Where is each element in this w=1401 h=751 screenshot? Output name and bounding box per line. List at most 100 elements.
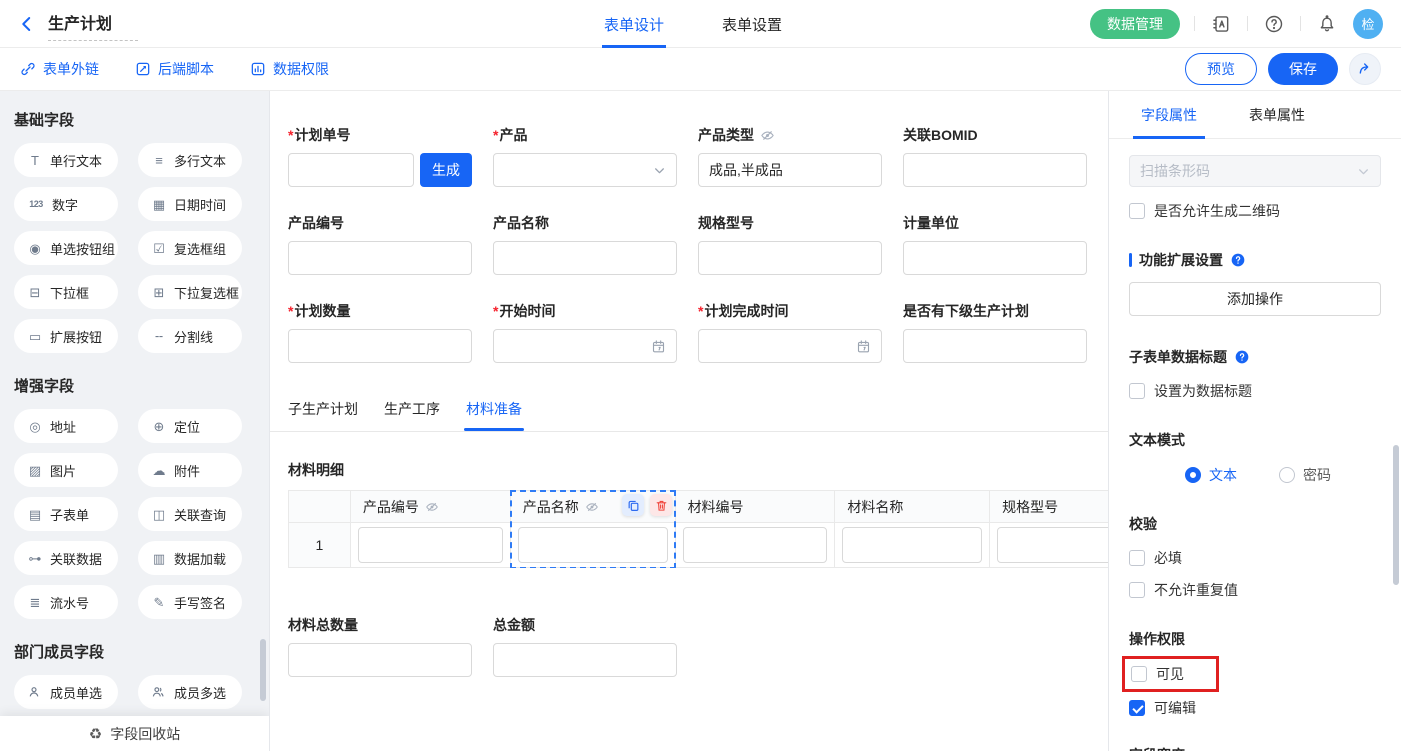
sidebar-item-image[interactable]: ▨图片	[14, 453, 118, 487]
sidebar-item-subform[interactable]: ▤子表单	[14, 497, 118, 531]
sidebar-scrollbar[interactable]	[260, 639, 266, 701]
sidebar-item-multi-line-text[interactable]: ≡多行文本	[138, 143, 242, 177]
sidebar-item-address[interactable]: ◎地址	[14, 409, 118, 443]
field-plan-no[interactable]: 计划单号 生成	[288, 125, 472, 187]
user-avatar[interactable]: 检	[1353, 9, 1383, 39]
field-product-type[interactable]: 产品类型 成品,半成品	[698, 125, 882, 187]
data-permission-link[interactable]: 数据权限	[250, 59, 329, 79]
editable-checkbox[interactable]: 可编辑	[1129, 698, 1381, 718]
subform-icon: ▤	[27, 508, 43, 521]
field-total-amount[interactable]: 总金额	[493, 615, 677, 677]
sidebar-item-member-multi[interactable]: 成员多选	[138, 675, 242, 709]
sidebar-item-data-load[interactable]: ▥数据加载	[138, 541, 242, 575]
back-button[interactable]	[18, 15, 36, 33]
cell-product-name	[510, 523, 675, 568]
notification-bell-icon[interactable]	[1315, 12, 1339, 36]
extension-button-icon: ▭	[27, 330, 43, 343]
data-manage-button[interactable]: 数据管理	[1090, 9, 1180, 39]
sidebar-item-radio-group[interactable]: ◉单选按钮组	[14, 231, 118, 265]
section-title-member-fields: 部门成员字段	[14, 641, 269, 662]
sidebar-item-checkbox-group[interactable]: ☑复选框组	[138, 231, 242, 265]
form-external-link[interactable]: 表单外链	[20, 59, 99, 79]
field-spec[interactable]: 规格型号	[698, 213, 882, 275]
sidebar-item-select[interactable]: ⊟下拉框	[14, 275, 118, 309]
header-tabs: 表单设计 表单设置	[604, 0, 782, 48]
subtab-material-preparation[interactable]: 材料准备	[466, 399, 522, 431]
contacts-icon[interactable]	[1209, 12, 1233, 36]
bom-id-input	[903, 153, 1087, 187]
radio-text[interactable]: 文本	[1185, 465, 1237, 485]
field-unit[interactable]: 计量单位	[903, 213, 1087, 275]
subtab-production-process[interactable]: 生产工序	[384, 399, 440, 431]
trash-icon	[655, 499, 668, 512]
field-has-sub-plan[interactable]: 是否有下级生产计划	[903, 301, 1087, 363]
help-icon[interactable]	[1262, 12, 1286, 36]
panel-body: 扫描条形码 是否允许生成二维码 功能扩展设置 添加操作 子表单数据标题	[1109, 139, 1401, 751]
column-product-code[interactable]: 产品编号	[350, 491, 510, 523]
sidebar-item-serial-number[interactable]: ≣流水号	[14, 585, 118, 619]
form-title[interactable]: 生产计划	[48, 7, 138, 41]
plan-no-input	[288, 153, 414, 187]
linked-data-icon: ⊶	[27, 552, 43, 565]
field-finish-time[interactable]: 计划完成时间	[698, 301, 882, 363]
subtab-sub-production-plan[interactable]: 子生产计划	[288, 399, 358, 431]
checkbox-group-icon: ☑	[151, 242, 167, 255]
plan-qty-input	[288, 329, 472, 363]
tab-field-properties[interactable]: 字段属性	[1141, 91, 1197, 139]
field-product-code[interactable]: 产品编号	[288, 213, 472, 275]
generate-button[interactable]: 生成	[420, 153, 472, 187]
sidebar-item-attachment[interactable]: ☁附件	[138, 453, 242, 487]
sidebar-item-number[interactable]: 123数字	[14, 187, 118, 221]
backend-script-link[interactable]: 后端脚本	[135, 59, 214, 79]
required-checkbox[interactable]: 必填	[1129, 548, 1381, 568]
share-button[interactable]	[1349, 53, 1381, 85]
sidebar-item-location[interactable]: ⊕定位	[138, 409, 242, 443]
column-material-code[interactable]: 材料编号	[675, 491, 835, 523]
copy-column-button[interactable]	[622, 494, 644, 516]
sidebar-item-single-line-text[interactable]: T单行文本	[14, 143, 118, 177]
field-recycle-bin[interactable]: ♻ 字段回收站	[0, 716, 269, 751]
no-duplicate-checkbox[interactable]: 不允许重复值	[1129, 580, 1381, 600]
save-button[interactable]: 保存	[1268, 53, 1338, 85]
radio-password[interactable]: 密码	[1279, 465, 1331, 485]
material-detail-table: 产品编号 产品名称 材料编号 材料名称 规格型号 1	[288, 490, 1108, 568]
properties-panel: 字段属性 表单属性 扫描条形码 是否允许生成二维码 功能扩展设置 添加操作	[1108, 91, 1401, 751]
preview-button[interactable]: 预览	[1185, 53, 1257, 85]
field-bom-id[interactable]: 关联BOMID	[903, 125, 1087, 187]
tab-form-design[interactable]: 表单设计	[604, 0, 664, 48]
field-label: 是否有下级生产计划	[903, 301, 1029, 321]
sidebar-item-lookup[interactable]: ◫关联查询	[138, 497, 242, 531]
calendar-icon	[856, 339, 871, 354]
help-badge-icon[interactable]	[1230, 252, 1246, 268]
field-start-time[interactable]: 开始时间	[493, 301, 677, 363]
field-product[interactable]: 产品	[493, 125, 677, 187]
help-badge-icon[interactable]	[1234, 349, 1250, 365]
delete-column-button[interactable]	[650, 494, 672, 516]
field-label: 计划完成时间	[698, 301, 788, 321]
field-label: 关联BOMID	[903, 125, 978, 145]
field-label: 计量单位	[903, 213, 959, 233]
toolbar-actions: 预览 保存	[1185, 53, 1381, 85]
sidebar-item-datetime[interactable]: ▦日期时间	[138, 187, 242, 221]
panel-scrollbar[interactable]	[1393, 445, 1399, 585]
sidebar-item-linked-data[interactable]: ⊶关联数据	[14, 541, 118, 575]
sidebar-item-member-single[interactable]: 成员单选	[14, 675, 118, 709]
sidebar-item-signature[interactable]: ✎手写签名	[138, 585, 242, 619]
sidebar-item-extension-button[interactable]: ▭扩展按钮	[14, 319, 118, 353]
qr-code-checkbox[interactable]: 是否允许生成二维码	[1129, 201, 1381, 221]
column-material-name[interactable]: 材料名称	[835, 491, 990, 523]
form-canvas: 计划单号 生成 产品 产品类型 成品,半成品 关	[270, 91, 1108, 751]
multi-line-text-icon: ≡	[151, 154, 167, 167]
tab-form-settings[interactable]: 表单设置	[722, 0, 782, 48]
set-data-title-checkbox[interactable]: 设置为数据标题	[1129, 381, 1381, 401]
field-product-name[interactable]: 产品名称	[493, 213, 677, 275]
field-plan-qty[interactable]: 计划数量	[288, 301, 472, 363]
add-action-button[interactable]: 添加操作	[1129, 282, 1381, 316]
form-external-link-label: 表单外链	[43, 59, 99, 79]
visible-checkbox[interactable]: 可见	[1131, 664, 1184, 684]
column-spec-model[interactable]: 规格型号	[990, 491, 1108, 523]
field-total-qty[interactable]: 材料总数量	[288, 615, 472, 677]
tab-form-properties[interactable]: 表单属性	[1249, 91, 1305, 139]
sidebar-item-multi-select[interactable]: ⊞下拉复选框	[138, 275, 242, 309]
sidebar-item-divider[interactable]: ╌分割线	[138, 319, 242, 353]
